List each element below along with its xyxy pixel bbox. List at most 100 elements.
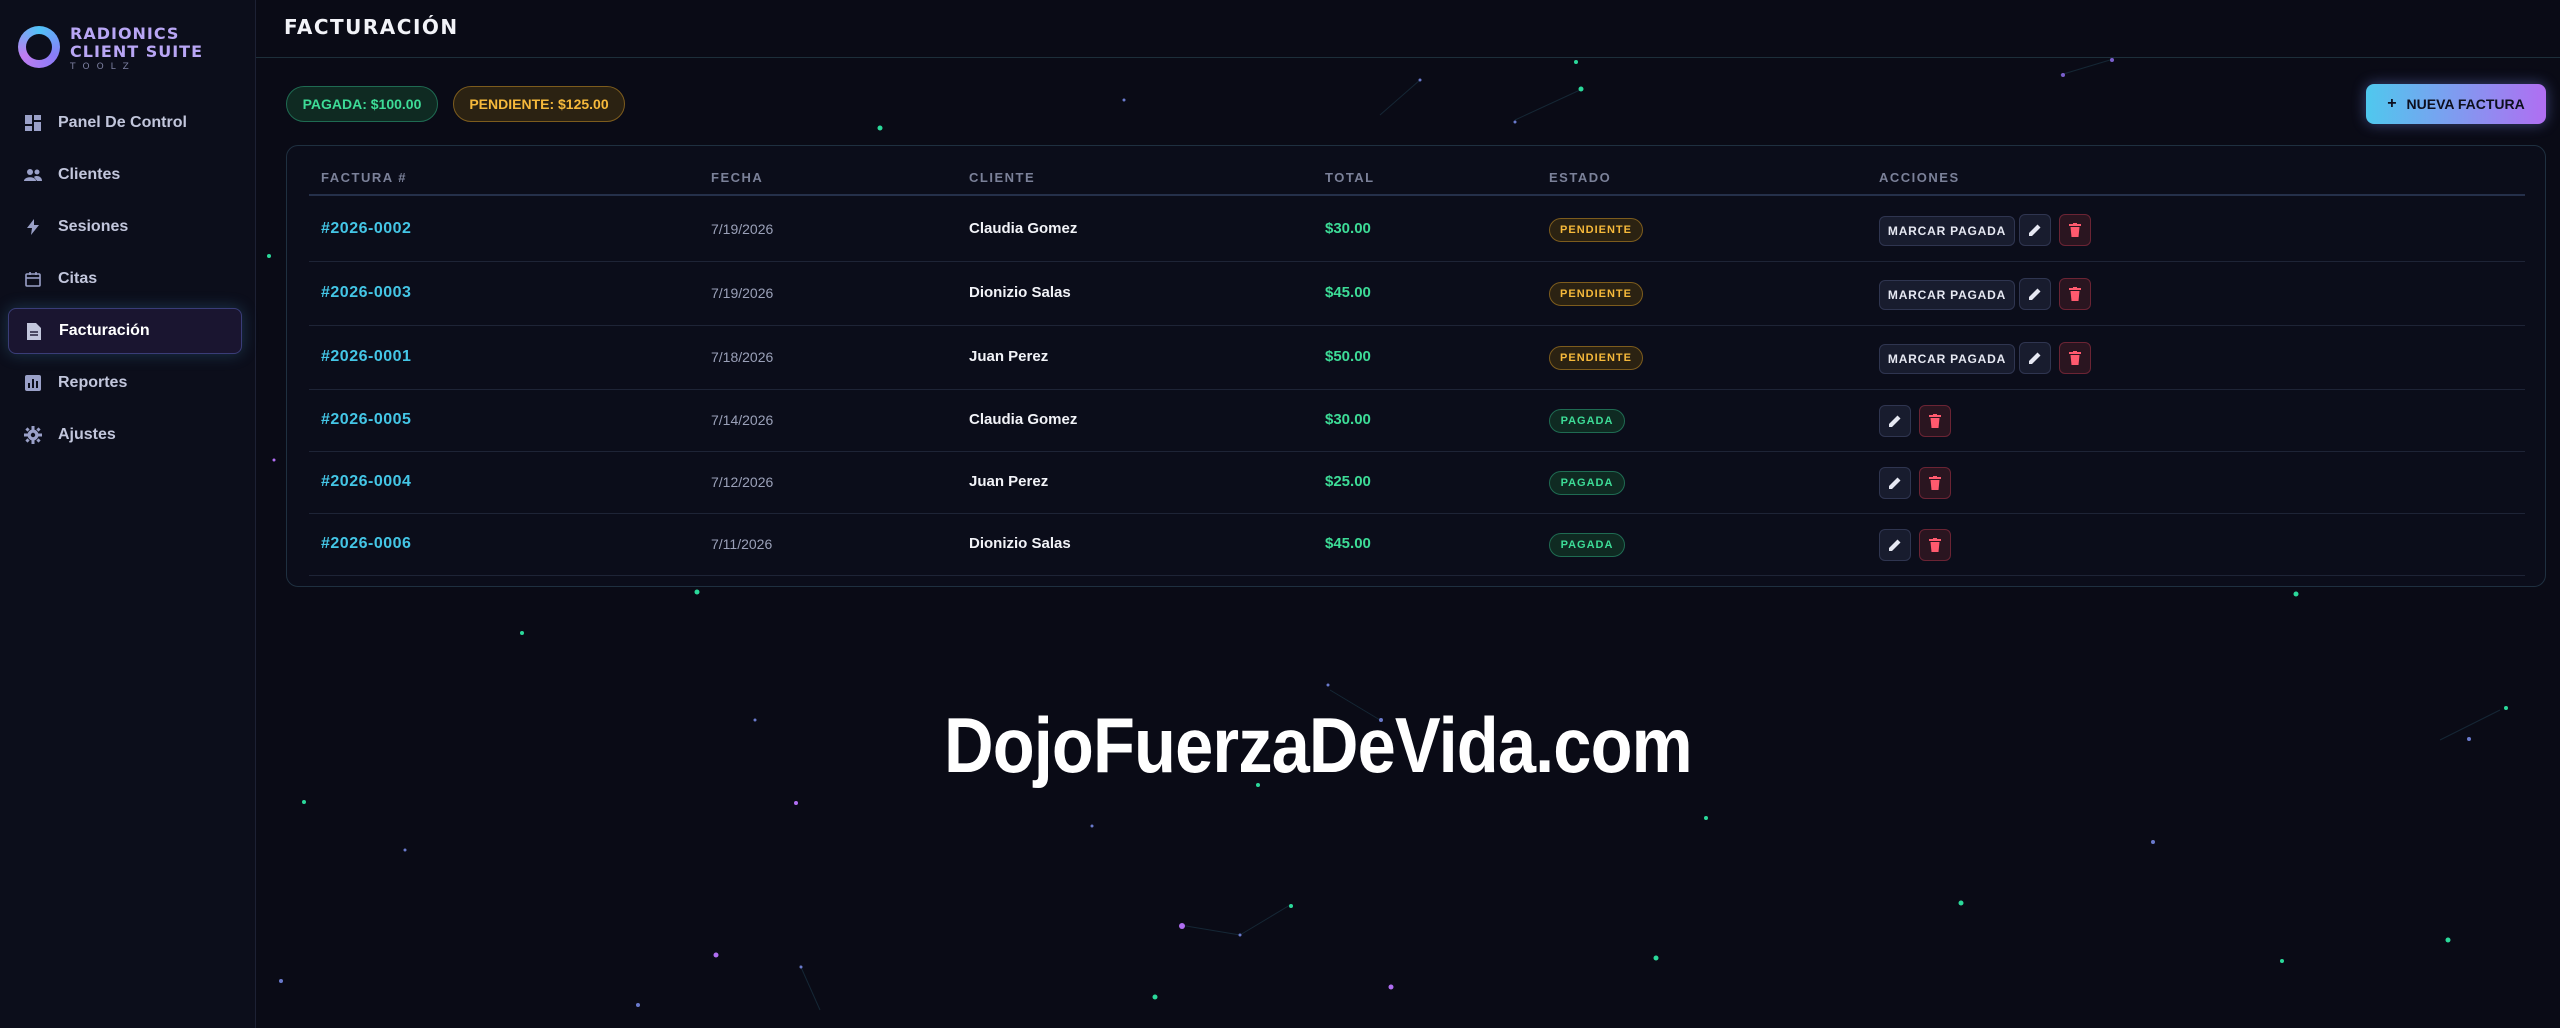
column-header-acciones: ACCIONES: [1879, 170, 1960, 185]
invoice-total: $45.00: [1325, 535, 1371, 552]
invoice-total: $30.00: [1325, 220, 1371, 237]
status-badge: PAGADA: [1549, 533, 1625, 557]
column-header-estado[interactable]: ESTADO: [1549, 170, 1611, 185]
delete-button[interactable]: [1919, 529, 1951, 561]
delete-button[interactable]: [2059, 278, 2091, 310]
page-title: FACTURACIÓN: [284, 15, 459, 39]
table-row[interactable]: #2026-0005 7/14/2026 Claudia Gomez $30.0…: [309, 390, 2525, 452]
pending-total-badge: PENDIENTE: $125.00: [453, 86, 625, 122]
bar-chart-icon: [24, 374, 42, 392]
sidebar-item-label: Ajustes: [58, 426, 116, 443]
column-header-fecha[interactable]: FECHA: [711, 170, 763, 185]
invoice-number-link[interactable]: #2026-0001: [321, 348, 411, 366]
invoice-client: Dionizio Salas: [969, 284, 1071, 301]
sidebar-item-label: Reportes: [58, 374, 128, 391]
calendar-icon: [24, 270, 42, 288]
edit-button[interactable]: [2019, 278, 2051, 310]
sidebar-item-facturacion[interactable]: Facturación: [8, 308, 242, 354]
sidebar-item-label: Clientes: [58, 166, 121, 183]
invoice-number-link[interactable]: #2026-0005: [321, 411, 411, 429]
invoice-number-link[interactable]: #2026-0002: [321, 220, 411, 238]
status-badge: PAGADA: [1549, 471, 1625, 495]
sidebar-item-label: Sesiones: [58, 218, 129, 235]
edit-button[interactable]: [2019, 214, 2051, 246]
brand-line-2: CLIENT SUITE: [70, 42, 204, 61]
invoice-client: Dionizio Salas: [969, 535, 1071, 552]
column-header-total[interactable]: TOTAL: [1325, 170, 1375, 185]
sidebar-item-ajustes[interactable]: Ajustes: [8, 412, 242, 458]
invoice-date: 7/14/2026: [711, 412, 774, 428]
pencil-icon: [1889, 415, 1901, 427]
mark-paid-button[interactable]: MARCAR PAGADA: [1879, 344, 2015, 374]
trash-icon: [1929, 476, 1941, 490]
table-row[interactable]: #2026-0001 7/18/2026 Juan Perez $50.00 P…: [309, 326, 2525, 390]
sidebar-item-citas[interactable]: Citas: [8, 256, 242, 302]
top-bar: FACTURACIÓN: [256, 0, 2560, 58]
trash-icon: [2069, 351, 2081, 365]
pencil-icon: [1889, 477, 1901, 489]
status-badge: PAGADA: [1549, 409, 1625, 433]
sidebar-item-label: Facturación: [59, 322, 150, 339]
sidebar-item-label: Citas: [58, 270, 98, 287]
logo-ring-icon: [18, 26, 60, 68]
table-row[interactable]: #2026-0003 7/19/2026 Dionizio Salas $45.…: [309, 262, 2525, 326]
invoice-total: $45.00: [1325, 284, 1371, 301]
invoice-date: 7/19/2026: [711, 221, 774, 237]
pencil-icon: [1889, 539, 1901, 551]
table-header: FACTURA # FECHA CLIENTE TOTAL ESTADO ACC…: [309, 160, 2525, 196]
trash-icon: [1929, 414, 1941, 428]
invoice-client: Juan Perez: [969, 348, 1049, 365]
mark-paid-button[interactable]: MARCAR PAGADA: [1879, 216, 2015, 246]
sidebar-nav: Panel De Control Clientes Sesiones Citas: [8, 100, 242, 464]
sidebar-item-sesiones[interactable]: Sesiones: [8, 204, 242, 250]
invoice-number-link[interactable]: #2026-0006: [321, 535, 411, 553]
pencil-icon: [2029, 352, 2041, 364]
table-row[interactable]: #2026-0004 7/12/2026 Juan Perez $25.00 P…: [309, 452, 2525, 514]
app-root: RADIONICS CLIENT SUITE TOOLZ Panel De Co…: [0, 0, 2560, 1028]
trash-icon: [1929, 538, 1941, 552]
gear-icon: [24, 426, 42, 444]
table-row[interactable]: #2026-0002 7/19/2026 Claudia Gomez $30.0…: [309, 198, 2525, 262]
invoice-client: Claudia Gomez: [969, 411, 1078, 428]
delete-button[interactable]: [1919, 405, 1951, 437]
brand-logo[interactable]: RADIONICS CLIENT SUITE TOOLZ: [16, 24, 246, 74]
column-header-factura[interactable]: FACTURA #: [321, 170, 407, 185]
sidebar-item-panel-de-control[interactable]: Panel De Control: [8, 100, 242, 146]
pencil-icon: [2029, 224, 2041, 236]
paid-total-badge: PAGADA: $100.00: [286, 86, 438, 122]
delete-button[interactable]: [2059, 214, 2091, 246]
edit-button[interactable]: [1879, 405, 1911, 437]
edit-button[interactable]: [1879, 529, 1911, 561]
edit-button[interactable]: [1879, 467, 1911, 499]
edit-button[interactable]: [2019, 342, 2051, 374]
trash-icon: [2069, 223, 2081, 237]
status-badge: PENDIENTE: [1549, 346, 1643, 370]
new-invoice-button[interactable]: + NUEVA FACTURA: [2366, 84, 2546, 124]
brand-line-3: TOOLZ: [70, 62, 136, 72]
invoice-total: $25.00: [1325, 473, 1371, 490]
invoice-number-link[interactable]: #2026-0003: [321, 284, 411, 302]
plus-icon: +: [2387, 95, 2397, 112]
document-icon: [25, 322, 43, 340]
invoice-date: 7/18/2026: [711, 349, 774, 365]
delete-button[interactable]: [2059, 342, 2091, 374]
status-badge: PENDIENTE: [1549, 282, 1643, 306]
table-row[interactable]: #2026-0006 7/11/2026 Dionizio Salas $45.…: [309, 514, 2525, 576]
invoice-client: Claudia Gomez: [969, 220, 1078, 237]
sidebar-item-clientes[interactable]: Clientes: [8, 152, 242, 198]
invoice-date: 7/12/2026: [711, 474, 774, 490]
trash-icon: [2069, 287, 2081, 301]
sidebar-item-reportes[interactable]: Reportes: [8, 360, 242, 406]
sidebar: RADIONICS CLIENT SUITE TOOLZ Panel De Co…: [0, 0, 256, 1028]
invoices-table: FACTURA # FECHA CLIENTE TOTAL ESTADO ACC…: [286, 145, 2546, 587]
invoice-number-link[interactable]: #2026-0004: [321, 473, 411, 491]
mark-paid-button[interactable]: MARCAR PAGADA: [1879, 280, 2015, 310]
people-icon: [24, 166, 42, 184]
brand-line-1: RADIONICS: [70, 24, 180, 43]
invoice-date: 7/19/2026: [711, 285, 774, 301]
delete-button[interactable]: [1919, 467, 1951, 499]
column-header-cliente[interactable]: CLIENTE: [969, 170, 1035, 185]
invoice-total: $50.00: [1325, 348, 1371, 365]
lightning-icon: [24, 218, 42, 236]
invoice-client: Juan Perez: [969, 473, 1049, 490]
